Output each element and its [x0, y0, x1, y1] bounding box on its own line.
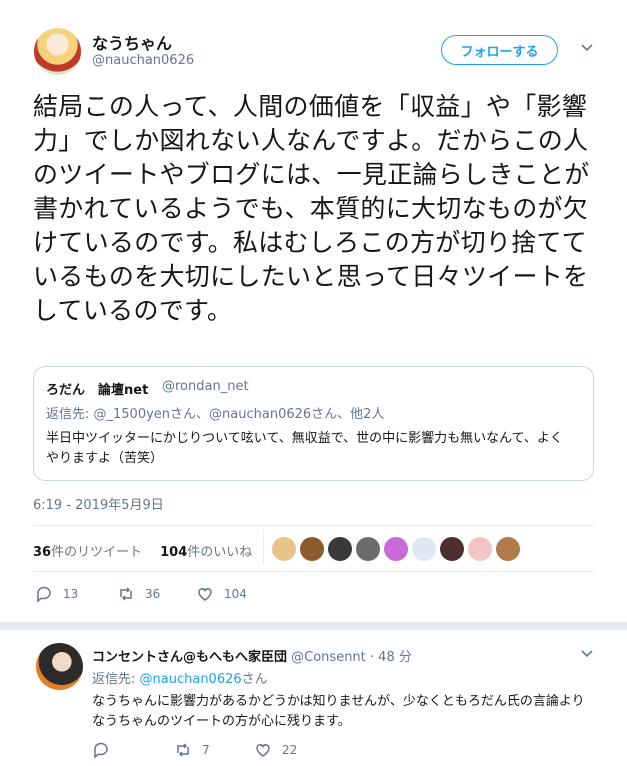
reply-to-prefix: 返信先: — [92, 672, 140, 687]
reply-author-avatar[interactable] — [36, 643, 83, 690]
tweet-timestamp[interactable]: 6:19 - 2019年5月9日 — [33, 494, 164, 513]
divider — [263, 530, 264, 565]
reply-to-suffix: さん — [241, 672, 268, 687]
tweet-text: 結局この人って、人間の価値を「収益」や「影響力」でしか図れない人なんですよ。だか… — [33, 92, 590, 325]
reply-retweet-action[interactable]: 7 — [174, 741, 210, 759]
liker-avatar[interactable] — [440, 537, 464, 561]
heart-icon — [198, 588, 212, 601]
liker-avatar[interactable] — [300, 537, 324, 561]
quoted-author-name: ろだん 論壇net — [46, 383, 149, 398]
liker-avatar[interactable] — [272, 537, 296, 561]
quoted-tweet[interactable]: ろだん 論壇net @rondan_net 返信先: @_1500yenさん、@… — [33, 366, 594, 481]
reply-text: なうちゃんに影響力があるかどうかは知りませんが、少なくともろだん氏の言論よりなう… — [92, 694, 585, 729]
section-separator — [0, 622, 627, 630]
reply-action[interactable]: 13 — [35, 585, 78, 603]
liker-avatar[interactable] — [496, 537, 520, 561]
reply-like-action[interactable]: 22 — [254, 741, 297, 759]
author-handle[interactable]: @nauchan0626 — [92, 53, 194, 68]
quoted-text: 半日中ツイッターにかじりついて呟いて、無収益で、世の中に影響力も無いなんて、よく… — [46, 431, 563, 466]
quoted-author-handle: @rondan_net — [162, 379, 249, 394]
liker-avatar[interactable] — [468, 537, 492, 561]
reply-time[interactable]: · 48 分 — [370, 650, 412, 665]
liker-avatars — [272, 537, 520, 561]
chevron-down-icon[interactable] — [580, 646, 594, 664]
retweet-icon — [177, 743, 189, 757]
follow-button[interactable]: フォローする — [441, 35, 558, 65]
liker-avatar[interactable] — [384, 537, 408, 561]
reply-count: 13 — [63, 587, 79, 601]
reply-reply-action[interactable] — [92, 741, 120, 759]
retweet-icon — [120, 587, 132, 601]
like-count: 104 — [224, 587, 247, 601]
reply-to-link[interactable]: @nauchan0626 — [140, 672, 242, 687]
retweet-count: 36 — [145, 587, 161, 601]
author-name[interactable]: なうちゃん — [92, 30, 172, 54]
reply-like-count: 22 — [282, 743, 298, 757]
liker-avatar[interactable] — [356, 537, 380, 561]
retweet-stat-count: 36 — [33, 545, 52, 560]
author-avatar[interactable] — [34, 28, 81, 75]
liker-avatar[interactable] — [328, 537, 352, 561]
reply-author-handle[interactable]: @Consennt — [291, 650, 366, 665]
reply-header: コンセントさん@もへもへ家臣団 @Consennt · 48 分 — [92, 646, 412, 665]
quoted-reply-to: 返信先: @_1500yenさん、@nauchan0626さん、他2人 — [46, 407, 385, 422]
reply-to-line: 返信先: @nauchan0626さん — [92, 668, 268, 687]
liker-avatar[interactable] — [412, 537, 436, 561]
retweet-action[interactable]: 36 — [117, 585, 160, 603]
chevron-down-icon[interactable] — [580, 40, 594, 54]
reply-icon — [37, 586, 51, 603]
like-stat-count: 104 — [160, 545, 188, 560]
like-stat-label: 件のいいね — [187, 545, 253, 560]
divider — [33, 525, 594, 526]
reply-retweet-count: 7 — [202, 743, 210, 757]
tweet-stats: 36件のリツイート 104件のいいね — [33, 541, 252, 560]
reply-icon — [94, 742, 108, 759]
heart-icon — [256, 744, 270, 757]
reply-author-name[interactable]: コンセントさん@もへもへ家臣団 — [92, 650, 287, 665]
divider — [33, 571, 594, 572]
retweet-stat-label: 件のリツイート — [51, 545, 143, 560]
like-stat[interactable]: 104件のいいね — [160, 541, 252, 560]
retweet-stat[interactable]: 36件のリツイート — [33, 541, 142, 560]
like-action[interactable]: 104 — [196, 585, 247, 603]
